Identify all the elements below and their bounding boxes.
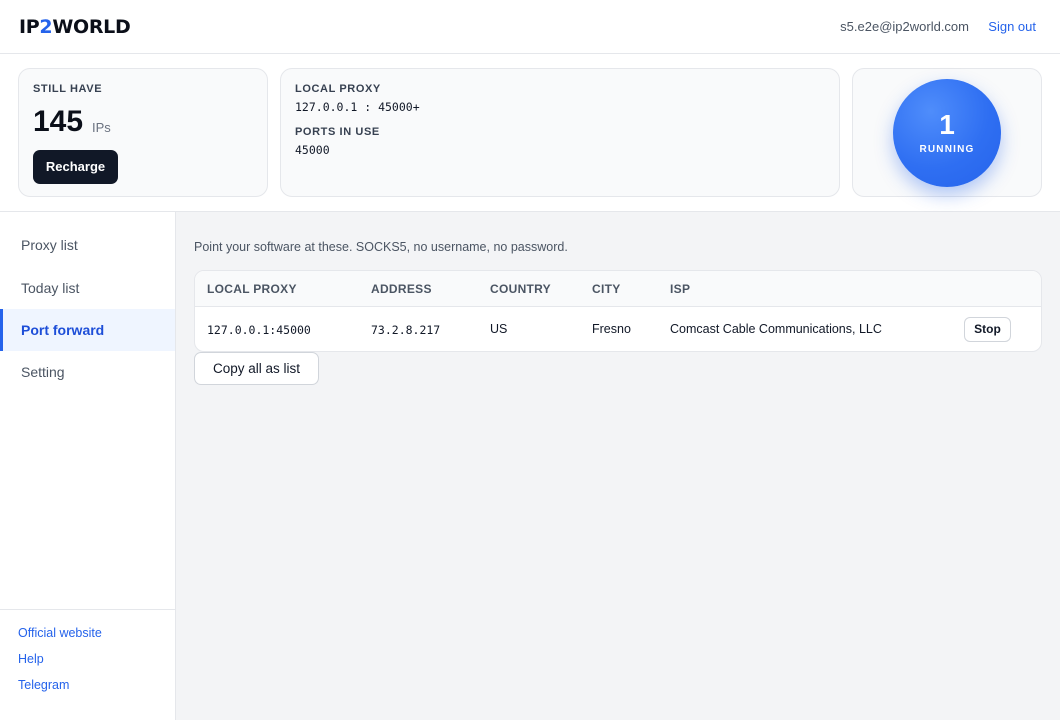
column-header-country: COUNTRY [490, 282, 551, 296]
help-link[interactable]: Help [18, 652, 44, 666]
sidebar-item-proxy-list[interactable]: Proxy list [0, 224, 175, 266]
stop-button[interactable]: Stop [964, 317, 1011, 342]
column-header-local-proxy: LOCAL PROXY [207, 282, 297, 296]
running-card: 1 RUNNING [852, 68, 1042, 197]
running-label: RUNNING [919, 144, 975, 155]
port-forward-table: LOCAL PROXY ADDRESS COUNTRY CITY ISP 127… [194, 270, 1042, 352]
sidebar-item-today-list[interactable]: Today list [0, 267, 175, 309]
sidebar-item-setting[interactable]: Setting [0, 351, 175, 393]
sign-out-link[interactable]: Sign out [988, 19, 1036, 34]
sidebar: Proxy list Today list Port forward Setti… [0, 212, 176, 720]
local-proxy-label: LOCAL PROXY [295, 83, 381, 95]
app-logo[interactable]: IP2WORLD [19, 16, 131, 38]
stats-bar: STILL HAVE 145 IPs Recharge LOCAL PROXY … [0, 54, 1060, 212]
column-header-isp: ISP [670, 282, 691, 296]
column-header-address: ADDRESS [371, 282, 432, 296]
instructions-text: Point your software at these. SOCKS5, no… [194, 240, 568, 254]
table-header: LOCAL PROXY ADDRESS COUNTRY CITY ISP [195, 271, 1041, 307]
ips-count: 145 [33, 105, 84, 138]
logo-accent: 2 [39, 16, 53, 38]
local-proxy-card: LOCAL PROXY 127.0.0.1 : 45000+ PORTS IN … [280, 68, 840, 197]
logo-prefix: IP [19, 16, 40, 38]
main-content: Point your software at these. SOCKS5, no… [176, 212, 1060, 720]
running-count: 1 [939, 109, 955, 140]
table-row: 127.0.0.1:45000 73.2.8.217 US Fresno Com… [195, 307, 1041, 351]
sidebar-footer: Official website Help Telegram [0, 609, 175, 720]
column-header-city: CITY [592, 282, 621, 296]
ips-label: STILL HAVE [33, 83, 103, 95]
ips-unit: IPs [92, 120, 111, 135]
copy-all-button[interactable]: Copy all as list [194, 352, 319, 385]
cell-city: Fresno [592, 322, 631, 336]
ports-in-use-value: 45000 [295, 143, 330, 157]
sidebar-item-port-forward[interactable]: Port forward [0, 309, 175, 351]
cell-isp: Comcast Cable Communications, LLC [670, 322, 882, 336]
cell-local-proxy: 127.0.0.1:45000 [207, 323, 311, 337]
logo-suffix: WORLD [52, 16, 131, 38]
telegram-link[interactable]: Telegram [18, 678, 69, 692]
ports-in-use-label: PORTS IN USE [295, 126, 380, 138]
recharge-button[interactable]: Recharge [33, 150, 118, 184]
official-website-link[interactable]: Official website [18, 626, 102, 640]
user-email: s5.e2e@ip2world.com [840, 19, 969, 34]
top-header: IP2WORLD s5.e2e@ip2world.com Sign out [0, 0, 1060, 54]
cell-address: 73.2.8.217 [371, 323, 441, 337]
ips-card: STILL HAVE 145 IPs Recharge [18, 68, 268, 197]
cell-country: US [490, 322, 508, 336]
local-proxy-value: 127.0.0.1 : 45000+ [295, 100, 420, 114]
running-indicator: 1 RUNNING [893, 79, 1001, 187]
